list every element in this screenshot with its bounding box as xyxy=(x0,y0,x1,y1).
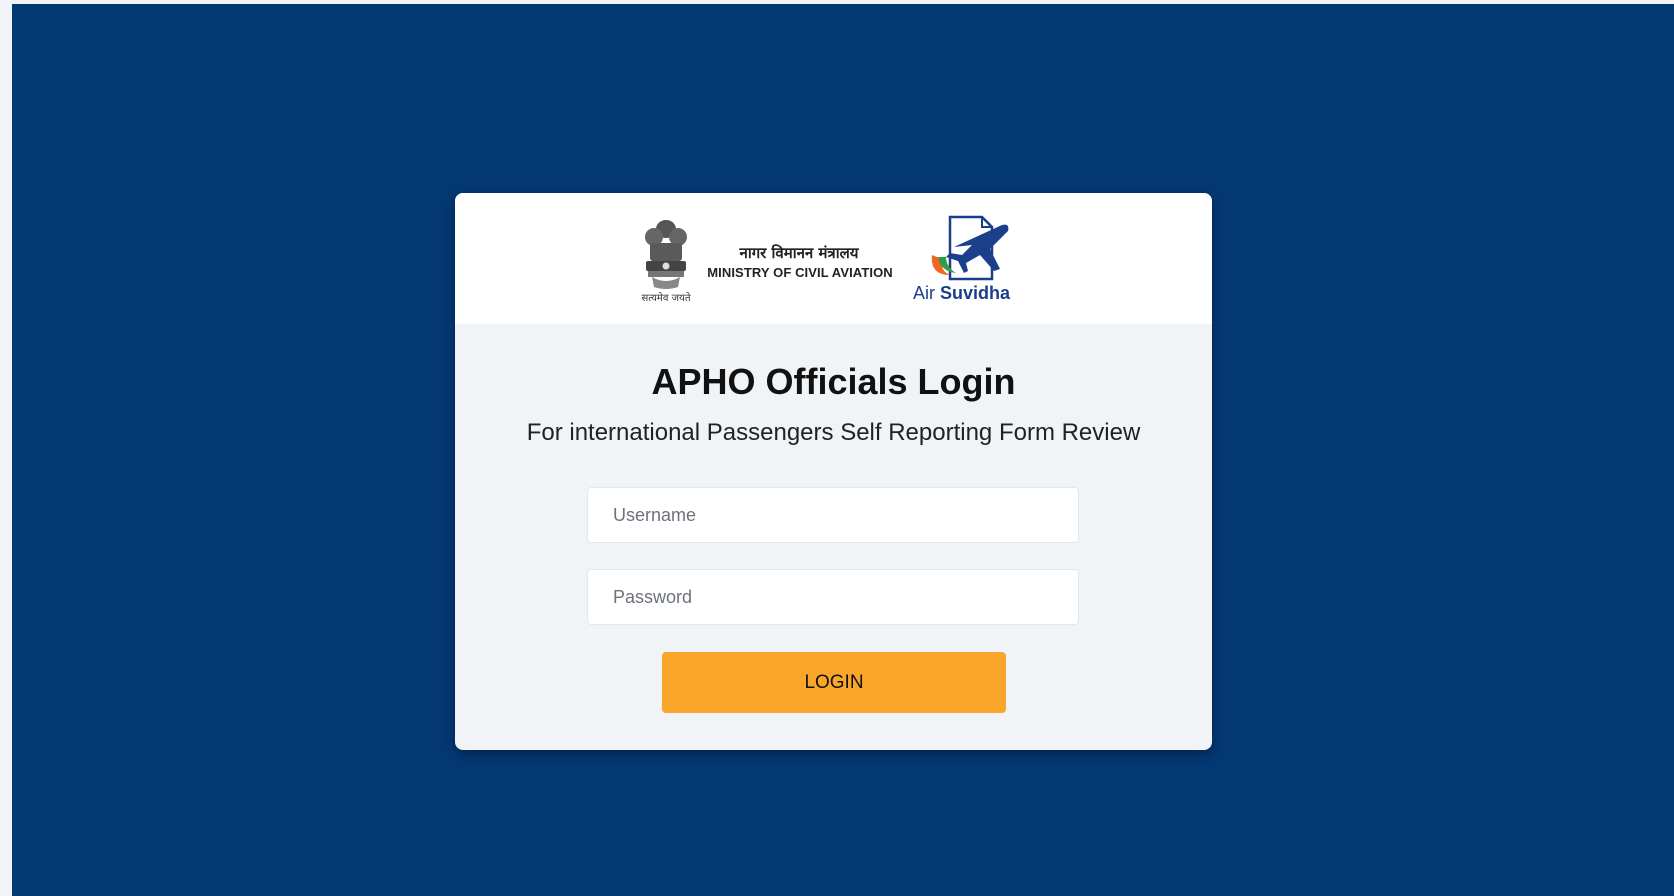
page-title: APHO Officials Login xyxy=(651,361,1016,402)
page-subtitle: For international Passengers Self Report… xyxy=(526,419,1141,446)
card-header: सत्यमेव जयते नागर विमानन मंत्रालय MINIST… xyxy=(455,193,1212,324)
password-input[interactable] xyxy=(587,569,1079,625)
ministry-name-hindi: नागर विमानन मंत्रालय xyxy=(739,244,859,262)
emblem-motto: सत्यमेव जयते xyxy=(641,293,691,304)
brand-name: Suvidha xyxy=(940,283,1011,303)
plane-document-icon xyxy=(931,215,1009,281)
login-card: सत्यमेव जयते नागर विमानन मंत्रालय MINIST… xyxy=(455,193,1212,750)
brand-prefix: Air xyxy=(913,283,935,303)
username-input[interactable] xyxy=(587,487,1079,543)
ministry-name-english: MINISTRY OF CIVIL AVIATION xyxy=(707,265,893,280)
air-suvidha-wordmark: Air Suvidha xyxy=(913,283,1033,304)
login-button[interactable]: LOGIN xyxy=(662,652,1006,713)
